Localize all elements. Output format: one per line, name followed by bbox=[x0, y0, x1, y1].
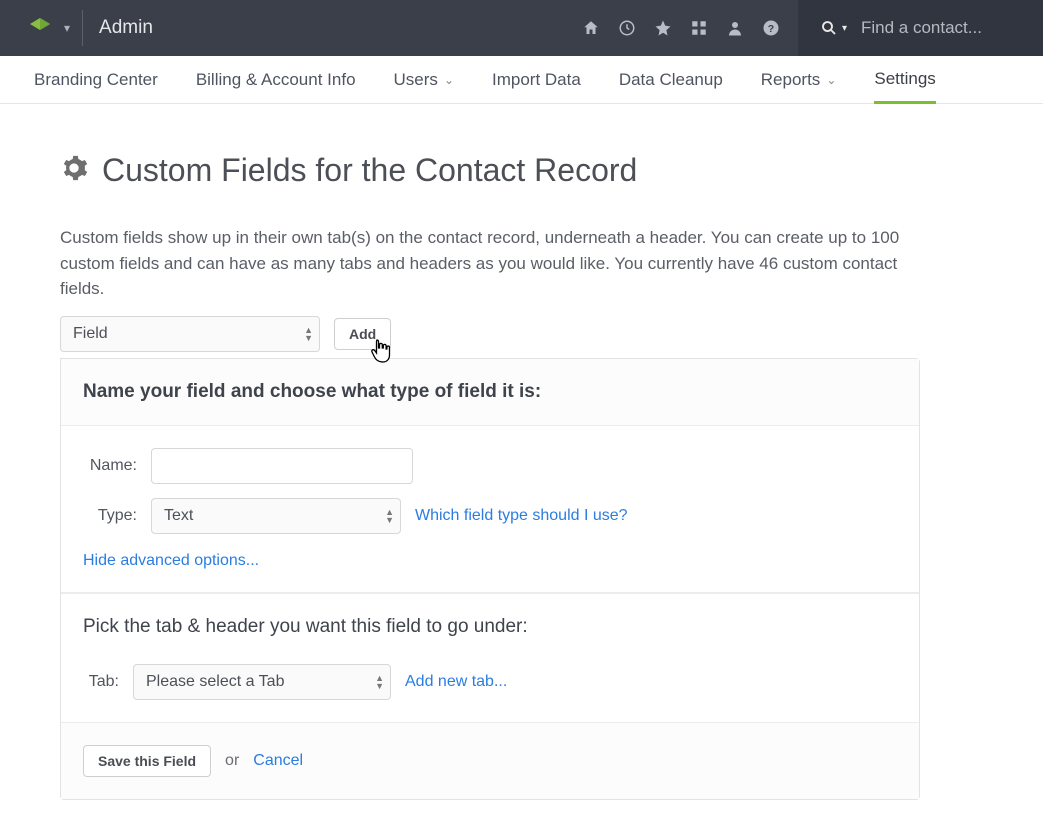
page-title-row: Custom Fields for the Contact Record bbox=[60, 152, 920, 189]
row-type: Type: Text ▲▼ Which field type should I … bbox=[83, 498, 897, 534]
tab-settings[interactable]: Settings bbox=[874, 56, 935, 104]
field-type-select[interactable]: Field ▲▼ bbox=[60, 316, 320, 352]
svg-text:?: ? bbox=[768, 23, 774, 35]
save-field-button[interactable]: Save this Field bbox=[83, 745, 211, 777]
row-name: Name: bbox=[83, 448, 897, 484]
page-content: Custom Fields for the Contact Record Cus… bbox=[0, 104, 980, 840]
home-icon[interactable] bbox=[582, 19, 600, 37]
chevron-down-icon: ⌄ bbox=[444, 73, 454, 87]
add-button[interactable]: Add bbox=[334, 318, 391, 350]
tab-branding-center[interactable]: Branding Center bbox=[34, 56, 158, 103]
hide-advanced-link[interactable]: Hide advanced options... bbox=[83, 552, 259, 569]
user-icon[interactable] bbox=[726, 19, 744, 37]
cancel-link[interactable]: Cancel bbox=[253, 752, 303, 770]
field-type-select-value: Field bbox=[73, 325, 108, 343]
name-label: Name: bbox=[83, 457, 137, 475]
tab-users[interactable]: Users⌄ bbox=[394, 56, 454, 103]
add-new-tab-link[interactable]: Add new tab... bbox=[405, 673, 507, 691]
search-icon[interactable]: ▾ bbox=[820, 19, 847, 37]
tab-label: Tab: bbox=[83, 673, 119, 691]
field-editor-panel: Name your field and choose what type of … bbox=[60, 358, 920, 800]
search-input[interactable] bbox=[861, 18, 1021, 38]
apps-icon[interactable] bbox=[690, 19, 708, 37]
brand-area: ▾ Admin bbox=[0, 0, 165, 56]
select-stepper-icon: ▲▼ bbox=[375, 674, 384, 690]
chevron-down-icon: ⌄ bbox=[826, 73, 836, 87]
tab-import-data[interactable]: Import Data bbox=[492, 56, 581, 103]
page-title: Custom Fields for the Contact Record bbox=[102, 152, 637, 189]
add-field-row: Field ▲▼ Add bbox=[60, 316, 920, 352]
section-name-type-body: Name: Type: Text ▲▼ Which field type sho… bbox=[61, 426, 919, 593]
panel-footer: Save this Field or Cancel bbox=[61, 723, 919, 799]
top-bar: ▾ Admin ? ▾ bbox=[0, 0, 1043, 56]
clock-icon[interactable] bbox=[618, 19, 636, 37]
brand-caret-icon[interactable]: ▾ bbox=[64, 21, 70, 35]
tab-select[interactable]: Please select a Tab ▲▼ bbox=[133, 664, 391, 700]
nav-tabs: Branding Center Billing & Account Info U… bbox=[0, 56, 1043, 104]
section-title-tab: Pick the tab & header you want this fiel… bbox=[83, 616, 897, 638]
tab-reports[interactable]: Reports⌄ bbox=[761, 56, 837, 103]
search-box[interactable]: ▾ bbox=[798, 0, 1043, 56]
page-intro-text: Custom fields show up in their own tab(s… bbox=[60, 225, 920, 302]
brand-logo-icon bbox=[28, 16, 52, 40]
or-text: or bbox=[225, 752, 239, 770]
topbar-icons: ? bbox=[582, 19, 798, 37]
field-type-dropdown-value: Text bbox=[164, 507, 193, 525]
row-tab: Tab: Please select a Tab ▲▼ Add new tab.… bbox=[83, 664, 897, 700]
type-label: Type: bbox=[83, 507, 137, 525]
select-stepper-icon: ▲▼ bbox=[385, 508, 394, 524]
section-name-type-header: Name your field and choose what type of … bbox=[61, 359, 919, 426]
field-name-input[interactable] bbox=[151, 448, 413, 484]
brand-name[interactable]: Admin bbox=[99, 17, 153, 39]
tab-billing-account[interactable]: Billing & Account Info bbox=[196, 56, 356, 103]
type-help-link[interactable]: Which field type should I use? bbox=[415, 507, 628, 525]
brand-divider bbox=[82, 10, 83, 46]
section-title-name-type: Name your field and choose what type of … bbox=[83, 381, 897, 403]
section-tab-header: Pick the tab & header you want this fiel… bbox=[61, 593, 919, 723]
select-stepper-icon: ▲▼ bbox=[304, 326, 313, 342]
tab-select-value: Please select a Tab bbox=[146, 673, 284, 691]
tab-data-cleanup[interactable]: Data Cleanup bbox=[619, 56, 723, 103]
star-icon[interactable] bbox=[654, 19, 672, 37]
gear-icon bbox=[60, 154, 88, 187]
help-icon[interactable]: ? bbox=[762, 19, 780, 37]
field-type-dropdown[interactable]: Text ▲▼ bbox=[151, 498, 401, 534]
